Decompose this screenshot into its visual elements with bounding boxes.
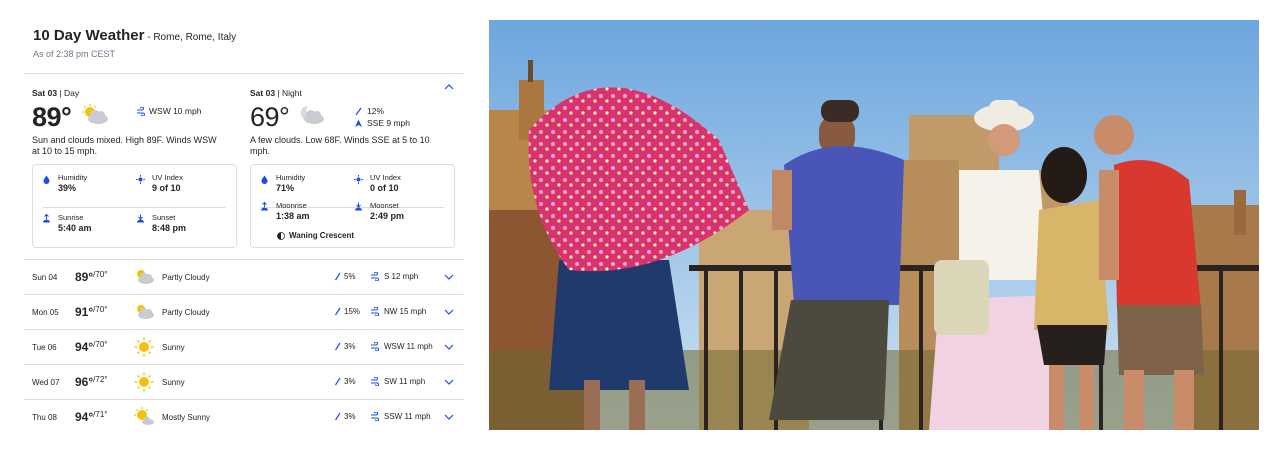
forecast-wind: S 12 mph (370, 272, 418, 281)
sun-icon (134, 337, 154, 357)
partly-cloudy-icon (137, 270, 154, 284)
forecast-temps: 91°/70° (75, 305, 108, 319)
uv-index-stat: UV Index 0 of 10 (370, 173, 401, 193)
day-wind: WSW 10 mph (136, 106, 201, 116)
uv-index-icon (136, 175, 145, 184)
humidity-icon (43, 175, 50, 184)
partly-cloudy-icon (137, 305, 154, 319)
moonrise-icon (261, 202, 268, 211)
forecast-temps: 89°/70° (75, 270, 108, 284)
forecast-temps: 94°/70° (75, 340, 108, 354)
weather-panel: 10 Day Weather - Rome, Rome, Italy As of… (0, 0, 480, 450)
forecast-row[interactable]: Thu 08 94°/71° Mostly Sunny 3% SSW 11 mph (24, 399, 464, 434)
wind-icon (371, 377, 379, 386)
forecast-precip: 3% (334, 412, 356, 421)
moonset-icon (355, 202, 362, 211)
moonset-stat: Moonset 2:49 pm (370, 201, 405, 221)
raindrop-icon (355, 107, 362, 115)
forecast-wind: WSW 11 mph (370, 342, 433, 351)
uv-index-icon (354, 175, 363, 184)
raindrop-icon (334, 377, 341, 386)
as-of-timestamp: As of 2:38 pm CEST (33, 49, 116, 59)
humidity-stat: Humidity 39% (58, 173, 88, 193)
day-narrative: Sun and clouds mixed. High 89F. Winds WS… (32, 135, 217, 156)
day-temperature: 89° (32, 102, 72, 132)
expand-chevron-down-icon[interactable] (444, 308, 454, 316)
wind-icon (371, 272, 379, 281)
forecast-precip: 15% (334, 307, 360, 316)
page-title: 10 Day Weather - Rome, Rome, Italy (33, 27, 237, 44)
uv-index-stat: UV Index 9 of 10 (152, 173, 183, 193)
forecast-day: Mon 05 (32, 308, 59, 317)
forecast-wind: SSW 11 mph (370, 412, 431, 421)
expand-chevron-down-icon[interactable] (444, 378, 454, 386)
mostly-sunny-icon (134, 407, 154, 425)
divider (24, 73, 464, 74)
forecast-day: Thu 08 (32, 413, 57, 422)
forecast-wind: NW 15 mph (370, 307, 426, 316)
night-temperature: 69° (250, 102, 290, 132)
forecast-precip: 3% (334, 377, 356, 386)
sunset-stat: Sunset 8:48 pm (152, 213, 187, 233)
expand-chevron-down-icon[interactable] (444, 273, 454, 281)
forecast-day: Tue 06 (32, 343, 57, 352)
moon-phase: Waning Crescent (277, 231, 354, 240)
forecast-condition: Sunny (162, 378, 185, 387)
night-details-card: Humidity 71% UV Index 0 of 10 Moonrise 1… (250, 164, 455, 248)
sunrise-icon (43, 214, 50, 223)
location-label: - Rome, Rome, Italy (144, 32, 237, 43)
forecast-day: Sun 04 (32, 273, 58, 282)
forecast-condition: Partly Cloudy (162, 308, 210, 317)
forecast-row[interactable]: Wed 07 96°/72° Sunny 3% SW 11 mph (24, 364, 464, 399)
raindrop-icon (334, 342, 341, 351)
forecast-temps: 96°/72° (75, 375, 108, 389)
wind-icon (137, 106, 145, 116)
sunrise-stat: Sunrise 5:40 am (58, 213, 92, 233)
expand-chevron-down-icon[interactable] (444, 413, 454, 421)
forecast-precip: 3% (334, 342, 356, 351)
wind-direction-icon (355, 119, 362, 127)
forecast-condition: Sunny (162, 343, 185, 352)
wind-icon (371, 342, 379, 351)
day-period-header: Sat 03 | Day (32, 88, 80, 98)
wind-icon (371, 412, 379, 421)
forecast-condition: Partly Cloudy (162, 273, 210, 282)
today-night-summary: Sat 03 | Night 69° 12% SSE 9 mph A few c… (250, 88, 455, 156)
night-period-header: Sat 03 | Night (250, 88, 302, 98)
forecast-wind: SW 11 mph (370, 377, 425, 386)
night-wind: SSE 9 mph (354, 118, 410, 128)
moonrise-stat: Moonrise 1:38 am (276, 201, 310, 221)
raindrop-icon (334, 272, 341, 281)
card-divider (43, 207, 226, 208)
forecast-temps: 94°/71° (75, 410, 108, 424)
day-details-card: Humidity 39% UV Index 9 of 10 Sunrise 5:… (32, 164, 237, 248)
forecast-condition: Mostly Sunny (162, 413, 211, 422)
moon-phase-icon (277, 231, 285, 240)
humidity-stat: Humidity 71% (276, 173, 306, 193)
raindrop-icon (334, 307, 341, 316)
forecast-row[interactable]: Tue 06 94°/70° Sunny 3% WSW 11 mph (24, 329, 464, 364)
sunset-icon (137, 214, 144, 223)
night-narrative: A few clouds. Low 68F. Winds SSE at 5 to… (250, 135, 430, 156)
forecast-precip: 5% (334, 272, 356, 281)
night-cloudy-icon (300, 105, 324, 124)
forecast-row[interactable]: Mon 05 91°/70° Partly Cloudy 15% NW 15 mph (24, 294, 464, 329)
forecast-day: Wed 07 (32, 378, 60, 387)
expand-chevron-down-icon[interactable] (444, 343, 454, 351)
wind-icon (371, 307, 379, 316)
forecast-row[interactable]: Sun 04 89°/70° Partly Cloudy 5% S 12 mph (24, 259, 464, 294)
partly-cloudy-icon (82, 104, 108, 124)
night-precip: 12% (354, 106, 384, 116)
sun-icon (134, 372, 154, 392)
rome-tourists-photo (489, 20, 1259, 430)
today-day-summary: Sat 03 | Day 89° WSW 10 mph Sun and clou… (32, 88, 237, 156)
raindrop-icon (334, 412, 341, 421)
humidity-icon (261, 175, 268, 184)
